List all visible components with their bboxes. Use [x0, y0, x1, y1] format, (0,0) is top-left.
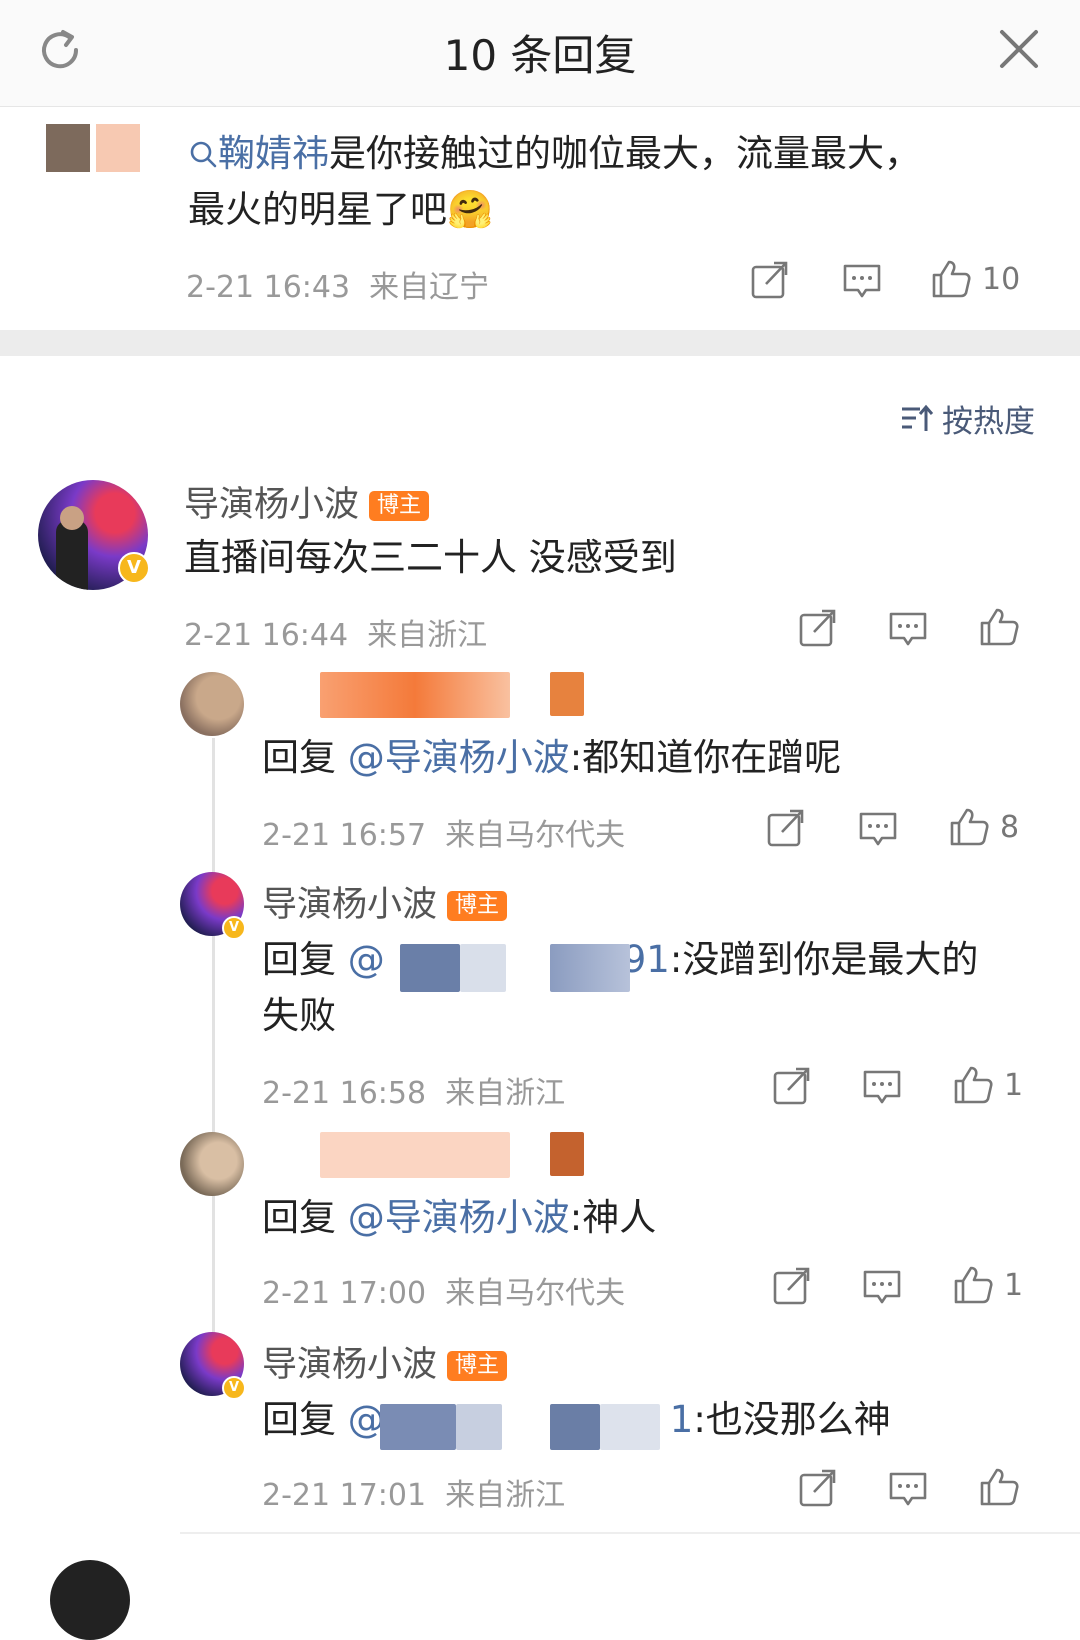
redacted-username	[550, 944, 630, 992]
redacted-username	[550, 1404, 600, 1450]
comment-author[interactable]: 导演杨小波 博主	[184, 476, 430, 527]
comment-text: 直播间每次三二十人 没感受到	[184, 536, 677, 579]
comment-icon	[843, 264, 881, 298]
share-button[interactable]	[750, 260, 790, 300]
like-count: 1	[1004, 1267, 1024, 1303]
avatar[interactable]	[50, 1560, 130, 1640]
blogger-badge: 博主	[447, 891, 508, 921]
root-comment-text: 鞠婧祎是你接触过的咖位最大，流量最大， 最火的明星了吧🤗	[188, 132, 921, 231]
comment-button[interactable]	[888, 1470, 928, 1510]
close-icon[interactable]	[998, 28, 1040, 70]
comment-button[interactable]	[862, 1268, 902, 1308]
share-button[interactable]	[798, 608, 838, 648]
share-icon	[799, 1469, 836, 1507]
share-icon	[751, 261, 788, 299]
thumbs-up-icon	[980, 608, 1019, 646]
share-icon	[773, 1067, 810, 1105]
comment-meta: 2-21 16:44 来自浙江	[184, 618, 488, 653]
comment-icon	[889, 612, 927, 646]
like-count: 10	[982, 261, 1021, 297]
verified-icon: V	[222, 1376, 246, 1400]
redacted-badge	[550, 672, 584, 716]
comment-button[interactable]	[842, 262, 882, 302]
share-button[interactable]	[772, 1266, 812, 1306]
like-button[interactable]	[978, 606, 1020, 648]
comment-button[interactable]	[888, 610, 928, 650]
thread-line	[212, 738, 215, 1338]
redacted-username	[400, 944, 460, 992]
redacted-username	[320, 672, 510, 718]
search-icon	[190, 141, 217, 168]
like-button[interactable]: 8	[948, 806, 1019, 848]
reply-meta: 2-21 17:01 来自浙江	[262, 1478, 566, 1513]
share-button[interactable]	[798, 1468, 838, 1508]
section-divider	[0, 330, 1080, 356]
like-button[interactable]: 1	[952, 1264, 1023, 1306]
comment-button[interactable]	[858, 810, 898, 850]
thumbs-up-icon	[932, 260, 971, 298]
mention-link[interactable]: @导演杨小波	[348, 736, 570, 779]
like-count: 8	[1000, 809, 1020, 845]
topic-tag[interactable]: 鞠婧祎	[188, 132, 329, 175]
reply-author[interactable]: 导演杨小波 博主	[262, 1336, 508, 1387]
reply-text: 回复 @导演杨小波:神人	[262, 1196, 657, 1239]
comment-icon	[863, 1270, 901, 1304]
hug-emoji-icon: 🤗	[447, 188, 494, 231]
sort-icon	[902, 404, 934, 431]
avatar[interactable]	[180, 672, 244, 736]
reply-meta: 2-21 16:58 来自浙江	[262, 1076, 566, 1111]
redacted-username	[460, 944, 506, 992]
reply-text: 回复 @91:没蹭到你是最大的 失败	[262, 938, 979, 1037]
blogger-badge: 博主	[369, 491, 430, 521]
sort-button[interactable]: 按热度	[900, 396, 1035, 441]
avatar[interactable]	[46, 124, 140, 172]
like-button[interactable]: 1	[952, 1064, 1023, 1106]
reply-author[interactable]: 导演杨小波 博主	[262, 876, 508, 927]
comment-icon	[859, 812, 897, 846]
header-bar: 10 条回复	[0, 0, 1080, 107]
mention-link[interactable]: @导演杨小波	[348, 1196, 570, 1239]
redacted-badge	[550, 1132, 584, 1176]
divider	[180, 1532, 1080, 1534]
comment-button[interactable]	[862, 1068, 902, 1108]
reply-meta: 2-21 16:57 来自马尔代夫	[262, 818, 626, 853]
blogger-badge: 博主	[447, 1351, 508, 1381]
share-icon	[799, 609, 836, 647]
share-button[interactable]	[772, 1066, 812, 1106]
thumbs-up-icon	[950, 808, 989, 846]
comment-icon	[863, 1070, 901, 1104]
share-button[interactable]	[766, 808, 806, 848]
reply-meta: 2-21 17:00 来自马尔代夫	[262, 1276, 626, 1311]
page-title: 10 条回复	[443, 31, 637, 80]
like-button[interactable]	[978, 1466, 1020, 1508]
comment-icon	[889, 1472, 927, 1506]
thumbs-up-icon	[954, 1266, 993, 1304]
thumbs-up-icon	[954, 1066, 993, 1104]
verified-icon: V	[118, 552, 150, 584]
avatar[interactable]	[180, 1132, 244, 1196]
share-icon	[767, 809, 804, 847]
redacted-username	[456, 1404, 502, 1450]
thumbs-up-icon	[980, 1468, 1019, 1506]
reply-text: 回复 @导演杨小波:都知道你在蹭呢	[262, 736, 842, 779]
redacted-username	[600, 1404, 660, 1450]
like-button[interactable]: 10	[930, 258, 1020, 300]
root-comment-meta: 2-21 16:43 来自辽宁	[186, 270, 490, 305]
redacted-username	[320, 1132, 510, 1178]
like-count: 1	[1004, 1067, 1024, 1103]
share-icon	[773, 1267, 810, 1305]
verified-icon: V	[222, 916, 246, 940]
redacted-username	[380, 1404, 456, 1450]
